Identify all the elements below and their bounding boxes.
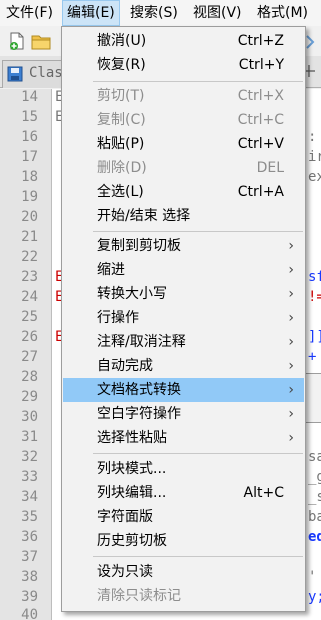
line-number: 19 <box>21 189 38 205</box>
code-fragment: sa <box>308 449 321 465</box>
menu-separator <box>93 231 303 232</box>
code-fragment: ir <box>308 149 321 165</box>
line-number: 34 <box>21 489 38 505</box>
line-number: 30 <box>21 409 38 425</box>
menu-separator <box>93 453 303 454</box>
line-number: 24 <box>21 289 38 305</box>
chevron-right-icon: › <box>288 334 294 350</box>
menu-item-indent[interactable]: 缩进 › <box>63 258 304 282</box>
menu-item-select-all[interactable]: 全选(L) Ctrl+A <box>63 180 304 204</box>
code-fragment: ed <box>308 529 321 545</box>
line-number: 23 <box>21 269 38 285</box>
menu-edit[interactable]: 编辑(E) <box>62 0 120 26</box>
menu-item-character-panel[interactable]: 字符面版 <box>63 505 304 529</box>
menu-item-clipboard-history[interactable]: 历史剪切板 <box>63 529 304 553</box>
chevron-right-icon: › <box>288 406 294 422</box>
line-number: 32 <box>21 449 38 465</box>
line-number: 18 <box>21 169 38 185</box>
menu-item-cut[interactable]: 剪切(T) Ctrl+X <box>63 84 304 108</box>
code-fragment: != <box>308 289 321 305</box>
line-number: 22 <box>21 249 38 265</box>
line-number: 35 <box>21 509 38 525</box>
edit-menu-dropdown: 撤消(U) Ctrl+Z 恢复(R) Ctrl+Y 剪切(T) Ctrl+X 复… <box>61 26 306 612</box>
menu-item-paste-special[interactable]: 选择性粘贴 › <box>63 426 304 450</box>
line-number: 38 <box>21 569 38 585</box>
new-file-icon[interactable] <box>6 30 28 52</box>
menu-separator <box>93 556 303 557</box>
code-fragment: _g <box>308 469 321 485</box>
chevron-right-icon: › <box>288 310 294 326</box>
menu-item-begin-end-select[interactable]: 开始/结束 选择 <box>63 204 304 228</box>
submenu-flyout-edge <box>305 373 321 423</box>
line-number: 20 <box>21 209 38 225</box>
line-number-gutter: 14 15 16 17 18 19 20 21 22 23 24 25 26 2… <box>0 89 52 620</box>
line-number: 17 <box>21 149 38 165</box>
line-number: 29 <box>21 389 38 405</box>
line-number: 15 <box>21 109 38 125</box>
chevron-right-icon: › <box>288 286 294 302</box>
code-fragment: ba <box>308 509 321 525</box>
menu-search[interactable]: 搜索(S) <box>126 0 182 26</box>
code-fragment: _s <box>308 489 321 505</box>
menu-item-set-read-only[interactable]: 设为只读 <box>63 560 304 584</box>
menu-item-copy[interactable]: 复制(C) Ctrl+C <box>63 108 304 132</box>
code-fragment: ex <box>308 169 321 185</box>
line-number: 28 <box>21 369 38 385</box>
line-number: 31 <box>21 429 38 445</box>
line-number: 36 <box>21 529 38 545</box>
menu-bar: 文件(F) 编辑(E) 搜索(S) 视图(V) 格式(M) <box>0 0 321 26</box>
chevron-right-icon: › <box>288 358 294 374</box>
line-number: 16 <box>21 129 38 145</box>
chevron-right-icon: › <box>288 238 294 254</box>
tab-label: Clas <box>29 65 63 81</box>
line-number: 37 <box>21 549 38 565</box>
save-disk-icon <box>7 66 23 86</box>
menu-item-copy-to-clipboard[interactable]: 复制到剪切板 › <box>63 234 304 258</box>
menu-item-clear-read-only[interactable]: 清除只读标记 <box>63 584 304 608</box>
line-number: 40 <box>21 607 38 620</box>
line-number: 21 <box>21 229 38 245</box>
menu-format[interactable]: 格式(M) <box>253 0 312 26</box>
menu-item-delete[interactable]: 删除(D) DEL <box>63 156 304 180</box>
menu-view[interactable]: 视图(V) <box>189 0 246 26</box>
menu-item-paste[interactable]: 粘贴(P) Ctrl+V <box>63 132 304 156</box>
line-number: 33 <box>21 469 38 485</box>
chevron-right-icon: › <box>288 262 294 278</box>
open-folder-icon[interactable] <box>30 30 52 52</box>
code-fragment: ]] <box>308 329 321 345</box>
menu-item-redo[interactable]: 恢复(R) Ctrl+Y <box>63 53 304 77</box>
menu-item-undo[interactable]: 撤消(U) Ctrl+Z <box>63 29 304 53</box>
code-fragment: : <box>308 129 317 145</box>
menu-item-blank-operations[interactable]: 空白字符操作 › <box>63 402 304 426</box>
menu-item-line-operations[interactable]: 行操作 › <box>63 306 304 330</box>
line-number: 39 <box>21 589 38 605</box>
line-number: 14 <box>21 89 38 105</box>
toolbar-overflow-icon[interactable] <box>305 30 321 52</box>
menu-item-auto-completion[interactable]: 自动完成 › <box>63 354 304 378</box>
menu-separator <box>93 81 303 82</box>
menu-file[interactable]: 文件(F) <box>2 0 57 26</box>
code-fragment: + <box>308 349 317 365</box>
menu-item-convert-case[interactable]: 转换大小写 › <box>63 282 304 306</box>
code-fragment: y; <box>308 589 321 605</box>
line-number: 27 <box>21 349 38 365</box>
chevron-right-icon: › <box>288 430 294 446</box>
menu-item-comment-uncomment[interactable]: 注释/取消注释 › <box>63 330 304 354</box>
menu-item-column-editor[interactable]: 列块编辑... Alt+C <box>63 481 304 505</box>
code-fragment: ' <box>308 569 317 585</box>
line-number: 26 <box>21 329 38 345</box>
code-fragment: sf <box>308 269 321 285</box>
menu-item-eol-conversion[interactable]: 文档格式转换 › <box>63 378 304 402</box>
menu-item-column-mode[interactable]: 列块模式... <box>63 457 304 481</box>
chevron-right-icon: › <box>288 382 294 398</box>
line-number: 25 <box>21 309 38 325</box>
